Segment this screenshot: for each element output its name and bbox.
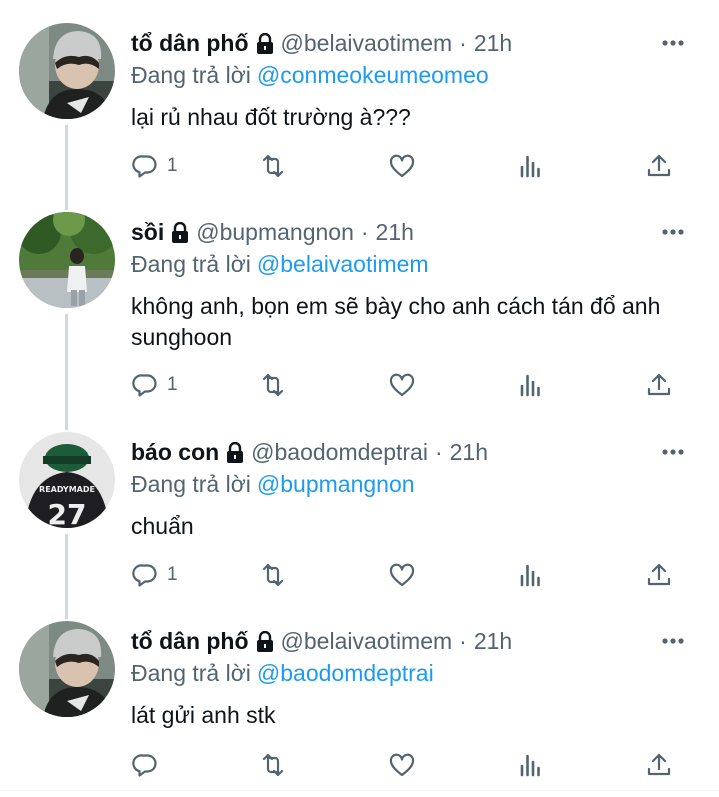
tweet-text: lại rủ nhau đốt trường à??? xyxy=(131,104,411,130)
share-icon xyxy=(645,751,673,779)
share-button[interactable] xyxy=(645,558,673,592)
divider xyxy=(0,790,719,791)
timestamp[interactable]: 21h xyxy=(450,439,488,466)
reply-icon xyxy=(131,751,159,779)
lock-icon xyxy=(255,630,275,653)
share-icon xyxy=(645,371,673,399)
more-icon[interactable] xyxy=(655,435,691,469)
avatar[interactable] xyxy=(19,621,115,717)
separator: · xyxy=(360,218,369,245)
share-button[interactable] xyxy=(645,748,673,782)
like-button[interactable] xyxy=(388,748,416,782)
retweet-icon xyxy=(259,561,287,589)
like-icon xyxy=(388,751,416,779)
share-icon xyxy=(645,561,673,589)
like-button[interactable] xyxy=(388,149,416,183)
retweet-icon xyxy=(259,751,287,779)
tweet[interactable]: tổ dân phố @belaivaotimem · 21h Đang trả… xyxy=(0,0,719,200)
avatar-outdoor-user-image xyxy=(19,212,115,308)
reply-mention-link[interactable]: @conmeokeumeomeo xyxy=(257,62,489,89)
display-name[interactable]: tổ dân phố xyxy=(131,628,249,655)
reply-count: 1 xyxy=(167,155,178,176)
replying-label: Đang trả lời xyxy=(131,61,251,88)
reply-button[interactable]: 1 xyxy=(131,368,178,402)
more-icon[interactable] xyxy=(655,624,691,658)
lock-icon xyxy=(255,32,275,55)
like-icon xyxy=(388,371,416,399)
avatar-beanie-user-image xyxy=(19,23,115,119)
views-icon xyxy=(517,152,545,180)
reply-icon xyxy=(131,371,159,399)
replying-label: Đang trả lời xyxy=(131,470,251,497)
reply-button[interactable] xyxy=(131,748,167,782)
like-icon xyxy=(388,561,416,589)
reply-mention-link[interactable]: @belaivaotimem xyxy=(257,251,429,278)
user-handle[interactable]: @belaivaotimem xyxy=(281,628,453,655)
views-button[interactable] xyxy=(517,368,545,402)
retweet-icon xyxy=(259,152,287,180)
jersey-number-text: 27 xyxy=(48,498,87,528)
tweet-thread: tổ dân phố @belaivaotimem · 21h Đang trả… xyxy=(0,0,719,797)
reply-button[interactable]: 1 xyxy=(131,558,178,592)
views-button[interactable] xyxy=(517,558,545,592)
reply-count: 1 xyxy=(167,374,178,395)
views-button[interactable] xyxy=(517,149,545,183)
avatar[interactable] xyxy=(19,212,115,308)
reply-mention-link[interactable]: @baodomdeptrai xyxy=(257,660,434,687)
separator: · xyxy=(459,29,467,56)
views-button[interactable] xyxy=(517,748,545,782)
tweet[interactable]: READYMADE 27 báo con @baodomdeptrai · 21… xyxy=(0,420,719,610)
lock-icon xyxy=(170,221,190,244)
replying-label: Đang trả lời xyxy=(131,659,251,686)
jersey-brand-text: READYMADE xyxy=(39,485,95,494)
user-handle[interactable]: @belaivaotimem xyxy=(281,30,453,57)
like-button[interactable] xyxy=(388,368,416,402)
reply-icon xyxy=(131,152,159,180)
like-icon xyxy=(388,152,416,180)
tweet[interactable]: tổ dân phố @belaivaotimem · 21h Đang trả… xyxy=(0,610,719,790)
retweet-button[interactable] xyxy=(259,368,287,402)
timestamp[interactable]: 21h xyxy=(474,628,512,655)
display-name[interactable]: tổ dân phố xyxy=(131,30,249,57)
retweet-icon xyxy=(259,371,287,399)
lock-icon xyxy=(225,441,245,464)
tweet[interactable]: sồi @bupmangnon · 21h Đang trả lời @bela… xyxy=(0,200,719,420)
display-name[interactable]: sồi xyxy=(131,219,164,246)
user-handle[interactable]: @baodomdeptrai xyxy=(251,439,428,466)
avatar[interactable] xyxy=(19,23,115,119)
replying-label: Đang trả lời xyxy=(131,250,251,277)
retweet-button[interactable] xyxy=(259,748,287,782)
reply-button[interactable]: 1 xyxy=(131,149,178,183)
tweet-text: không anh, bọn em sẽ bày cho anh cách tá… xyxy=(131,293,661,350)
retweet-button[interactable] xyxy=(259,149,287,183)
views-icon xyxy=(517,751,545,779)
share-button[interactable] xyxy=(645,149,673,183)
reply-count: 1 xyxy=(167,564,178,585)
avatar-beanie-user-image xyxy=(19,621,115,717)
reply-mention-link[interactable]: @bupmangnon xyxy=(257,471,415,498)
like-button[interactable] xyxy=(388,558,416,592)
avatar-jersey-user-image: READYMADE 27 xyxy=(19,432,115,528)
share-icon xyxy=(645,152,673,180)
user-handle[interactable]: @bupmangnon xyxy=(196,219,354,246)
avatar[interactable]: READYMADE 27 xyxy=(19,432,115,528)
separator: · xyxy=(434,438,443,465)
timestamp[interactable]: 21h xyxy=(474,30,512,57)
more-icon[interactable] xyxy=(655,26,691,60)
reply-icon xyxy=(131,561,159,589)
display-name[interactable]: báo con xyxy=(131,439,219,466)
tweet-text: lát gửi anh stk xyxy=(131,702,276,728)
timestamp[interactable]: 21h xyxy=(376,219,414,246)
more-icon[interactable] xyxy=(655,215,691,249)
retweet-button[interactable] xyxy=(259,558,287,592)
separator: · xyxy=(459,627,467,654)
tweet-text: chuẩn xyxy=(131,513,194,539)
views-icon xyxy=(517,371,545,399)
views-icon xyxy=(517,561,545,589)
share-button[interactable] xyxy=(645,368,673,402)
